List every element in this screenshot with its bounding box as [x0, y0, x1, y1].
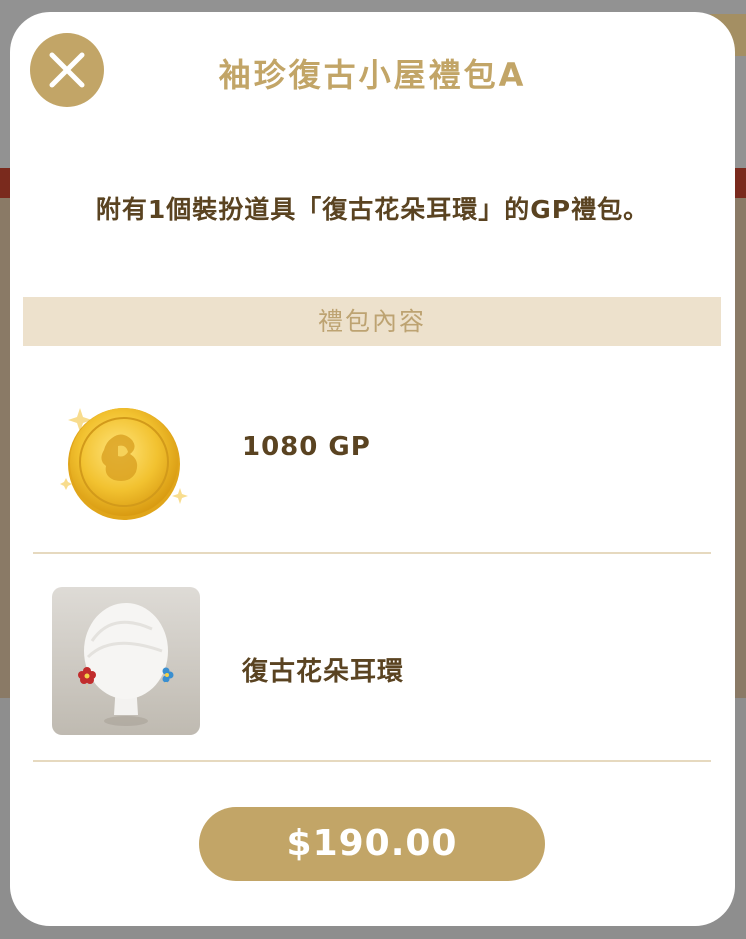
- bundle-contents-header: 禮包內容: [23, 297, 721, 346]
- bundle-dialog: 袖珍復古小屋禮包A 附有1個裝扮道具「復古花朵耳環」的GP禮包。 禮包內容 10…: [10, 12, 735, 926]
- list-item: 復古花朵耳環: [33, 555, 711, 762]
- divider: [33, 760, 711, 762]
- item-label: 復古花朵耳環: [242, 657, 405, 687]
- purchase-button[interactable]: $190.00: [199, 807, 545, 881]
- item-label: 1080 GP: [242, 432, 371, 462]
- gold-coin-icon: [52, 390, 200, 538]
- flower-earrings-icon: [52, 587, 200, 735]
- dialog-title: 袖珍復古小屋禮包A: [218, 56, 527, 94]
- list-item: 1080 GP: [33, 346, 711, 553]
- divider: [33, 552, 711, 554]
- bundle-description: 附有1個裝扮道具「復古花朵耳環」的GP禮包。: [95, 195, 650, 224]
